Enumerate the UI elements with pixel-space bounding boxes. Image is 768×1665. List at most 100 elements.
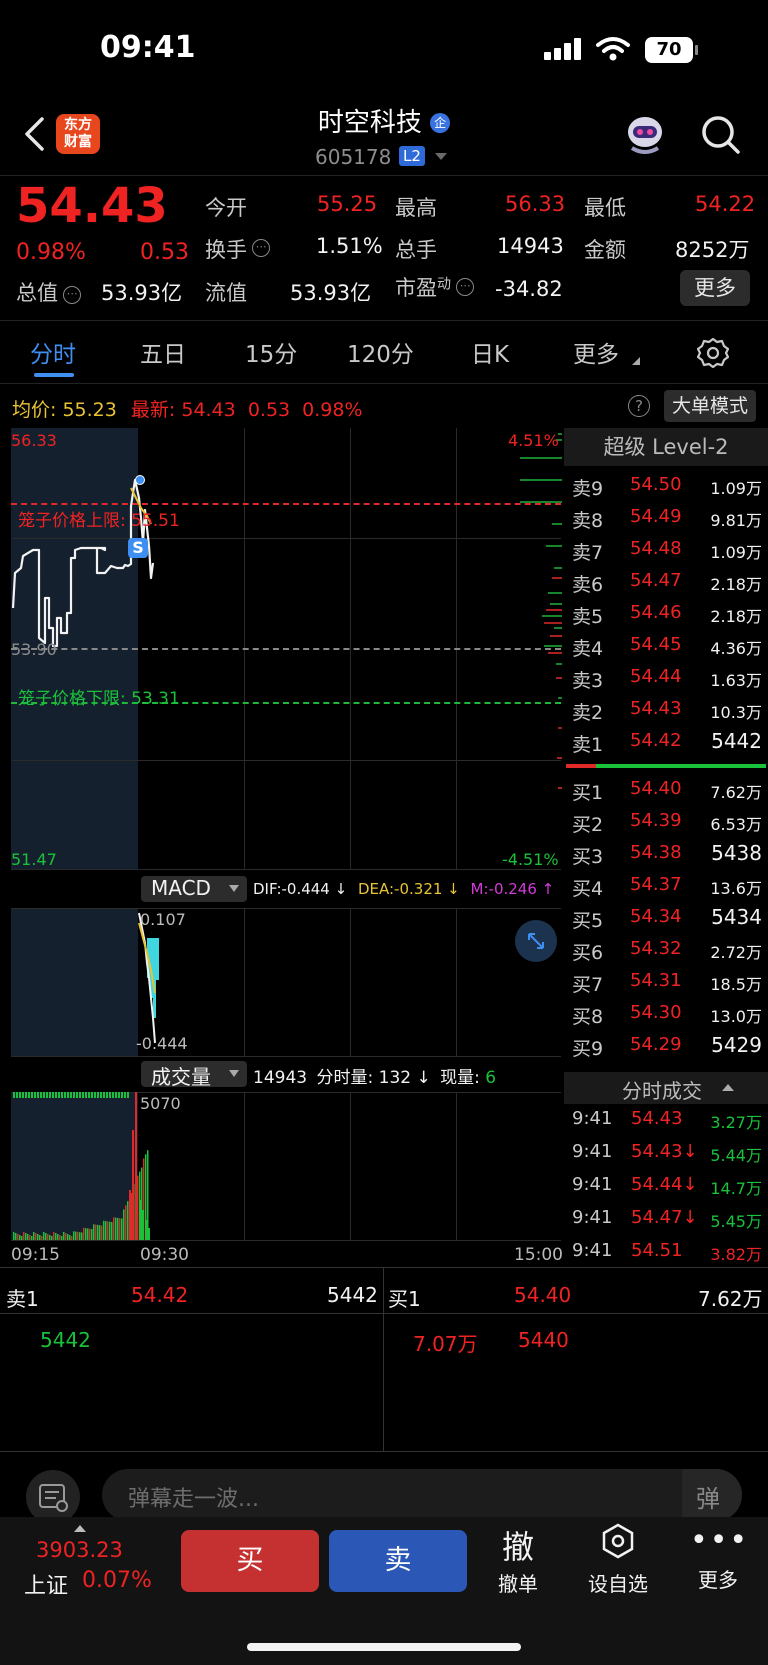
ask-row[interactable]: 卖6 54.47 2.18万 bbox=[564, 568, 768, 598]
tab-more[interactable]: 更多 bbox=[573, 335, 619, 369]
float-cap-label: 流值 bbox=[205, 281, 247, 305]
dropdown-triangle-icon bbox=[229, 885, 239, 892]
ask-row[interactable]: 卖7 54.48 1.09万 bbox=[564, 536, 768, 566]
ask-level-label: 卖3 bbox=[572, 670, 604, 692]
volume-bar bbox=[47, 1234, 49, 1240]
corner-triangle-icon bbox=[632, 357, 640, 365]
buy-button[interactable]: 买 bbox=[181, 1530, 319, 1592]
bid-row[interactable]: 买8 54.30 13.0万 bbox=[564, 1000, 768, 1030]
ask-level-label: 卖7 bbox=[572, 542, 604, 564]
cancel-order-button[interactable]: 撤 撤单 bbox=[490, 1522, 546, 1597]
tab-120min[interactable]: 120分 bbox=[347, 335, 414, 369]
volume-bar bbox=[23, 1232, 25, 1240]
collapse-icon bbox=[722, 1084, 734, 1091]
help-icon[interactable]: ? bbox=[628, 395, 650, 417]
ticks-title-bar[interactable]: 分时成交 bbox=[564, 1072, 768, 1104]
expand-chart-button[interactable] bbox=[515, 920, 557, 962]
ask-volume: 1.09万 bbox=[710, 479, 762, 498]
info-icon[interactable]: ⋯ bbox=[63, 286, 82, 304]
volume-bar bbox=[75, 1231, 77, 1240]
more-menu-button[interactable]: ••• 更多 bbox=[690, 1522, 747, 1593]
level2-badge[interactable]: L2 bbox=[399, 146, 425, 166]
ask-row[interactable]: 卖2 54.43 10.3万 bbox=[564, 696, 768, 726]
volume-bar bbox=[135, 1092, 137, 1240]
tick-row: 9:41 54.51 3.82万 bbox=[564, 1238, 768, 1268]
danmaku-placeholder: 弹幕走一波... bbox=[128, 1487, 259, 1512]
volume-bar bbox=[94, 1092, 96, 1098]
search-icon[interactable] bbox=[700, 114, 742, 156]
ask-row[interactable]: 卖5 54.46 2.18万 bbox=[564, 600, 768, 630]
tick-price: 54.47↓ bbox=[631, 1207, 698, 1228]
tick-row: 9:41 54.47↓ 5.45万 bbox=[564, 1205, 768, 1235]
bid-row[interactable]: 买7 54.31 18.5万 bbox=[564, 968, 768, 998]
volume-bar bbox=[148, 1228, 150, 1240]
danmaku-toggle[interactable]: 弹 bbox=[682, 1469, 742, 1521]
ask-row[interactable]: 卖4 54.45 4.36万 bbox=[564, 632, 768, 662]
danmaku-input[interactable]: 弹幕走一波... 弹 bbox=[102, 1469, 742, 1521]
volume-bar bbox=[31, 1236, 33, 1240]
robot-assistant-icon[interactable] bbox=[622, 112, 668, 158]
index-name[interactable]: 上证 bbox=[24, 1568, 68, 1600]
volume-bar bbox=[112, 1092, 114, 1098]
big-order-mode-button[interactable]: 大单模式 bbox=[664, 390, 756, 422]
tick-volume: 3.82万 bbox=[710, 1245, 762, 1264]
volume-bar bbox=[88, 1092, 90, 1098]
volume-bar bbox=[63, 1232, 65, 1240]
bid-row[interactable]: 买3 54.38 5438 bbox=[564, 840, 768, 870]
tab-intraday[interactable]: 分时 bbox=[30, 335, 76, 369]
index-expand-icon[interactable] bbox=[74, 1524, 86, 1532]
sell-button[interactable]: 卖 bbox=[329, 1530, 467, 1592]
volume-bar bbox=[100, 1092, 102, 1098]
queue-sell-order: 5442 bbox=[40, 1328, 91, 1352]
bid-row[interactable]: 买6 54.32 2.72万 bbox=[564, 936, 768, 966]
bid-row[interactable]: 买9 54.29 5429 bbox=[564, 1032, 768, 1062]
volume-bar bbox=[91, 1092, 93, 1098]
avg-latest-bar: 均价: 55.23 最新: 54.43 0.53 0.98% bbox=[12, 395, 363, 422]
macd-selector[interactable]: MACD bbox=[141, 876, 247, 902]
bid-row[interactable]: 买4 54.37 13.6万 bbox=[564, 872, 768, 902]
bid-row[interactable]: 买2 54.39 6.53万 bbox=[564, 808, 768, 838]
volume-bar bbox=[61, 1236, 63, 1240]
bid-price: 54.37 bbox=[630, 874, 682, 895]
volume-bar bbox=[109, 1221, 111, 1240]
tab-daily-k[interactable]: 日K bbox=[471, 335, 509, 369]
volume-bar bbox=[34, 1092, 36, 1098]
bid-row[interactable]: 买1 54.40 7.62万 bbox=[564, 776, 768, 806]
gear-icon[interactable] bbox=[697, 337, 729, 369]
ask-volume: 2.18万 bbox=[710, 607, 762, 626]
volume-bar bbox=[55, 1092, 57, 1098]
bid-level-label: 买9 bbox=[572, 1038, 604, 1060]
danmaku-settings-button[interactable] bbox=[26, 1470, 80, 1524]
tab-15min[interactable]: 15分 bbox=[245, 335, 297, 369]
add-watchlist-button[interactable]: 设自选 bbox=[582, 1522, 654, 1597]
ask-row[interactable]: 卖3 54.44 1.63万 bbox=[564, 664, 768, 694]
total-mcap-text: 总值 bbox=[16, 281, 58, 305]
volume-bar bbox=[73, 1092, 75, 1098]
ask-row[interactable]: 卖1 54.42 5442 bbox=[564, 728, 768, 758]
info-icon[interactable]: ⋯ bbox=[252, 239, 271, 257]
volume-top-label: 5070 bbox=[140, 1094, 181, 1113]
chevron-down-icon[interactable] bbox=[434, 152, 448, 162]
sell-signal-marker[interactable]: S bbox=[128, 538, 148, 558]
tab-five-day[interactable]: 五日 bbox=[140, 335, 186, 369]
ask-row[interactable]: 卖9 54.50 1.09万 bbox=[564, 472, 768, 502]
danmaku-toggle-icon: 弹 bbox=[696, 1485, 720, 1513]
ask-volume: 10.3万 bbox=[710, 703, 762, 722]
more-quote-button[interactable]: 更多 bbox=[680, 270, 750, 306]
low-value: 54.22 bbox=[695, 192, 756, 216]
high-value: 56.33 bbox=[505, 192, 566, 216]
cancel-icon: 撤 bbox=[501, 1528, 534, 1566]
index-value[interactable]: 3903.23 bbox=[36, 1538, 123, 1562]
volume-bar bbox=[57, 1234, 59, 1240]
volume-selector[interactable]: 成交量 bbox=[141, 1061, 247, 1089]
index-percent[interactable]: 0.07% bbox=[82, 1568, 152, 1593]
high-label: 最高 bbox=[395, 196, 437, 220]
bid-row[interactable]: 买5 54.34 5434 bbox=[564, 904, 768, 934]
bid-price: 54.30 bbox=[630, 1002, 682, 1023]
info-icon[interactable]: ⋯ bbox=[456, 278, 475, 296]
volume-bar bbox=[70, 1092, 72, 1098]
ask-row[interactable]: 卖8 54.49 9.81万 bbox=[564, 504, 768, 534]
divider bbox=[0, 1313, 768, 1314]
queue-buy-label: 买1 bbox=[388, 1287, 421, 1311]
volume-bar bbox=[22, 1092, 24, 1098]
